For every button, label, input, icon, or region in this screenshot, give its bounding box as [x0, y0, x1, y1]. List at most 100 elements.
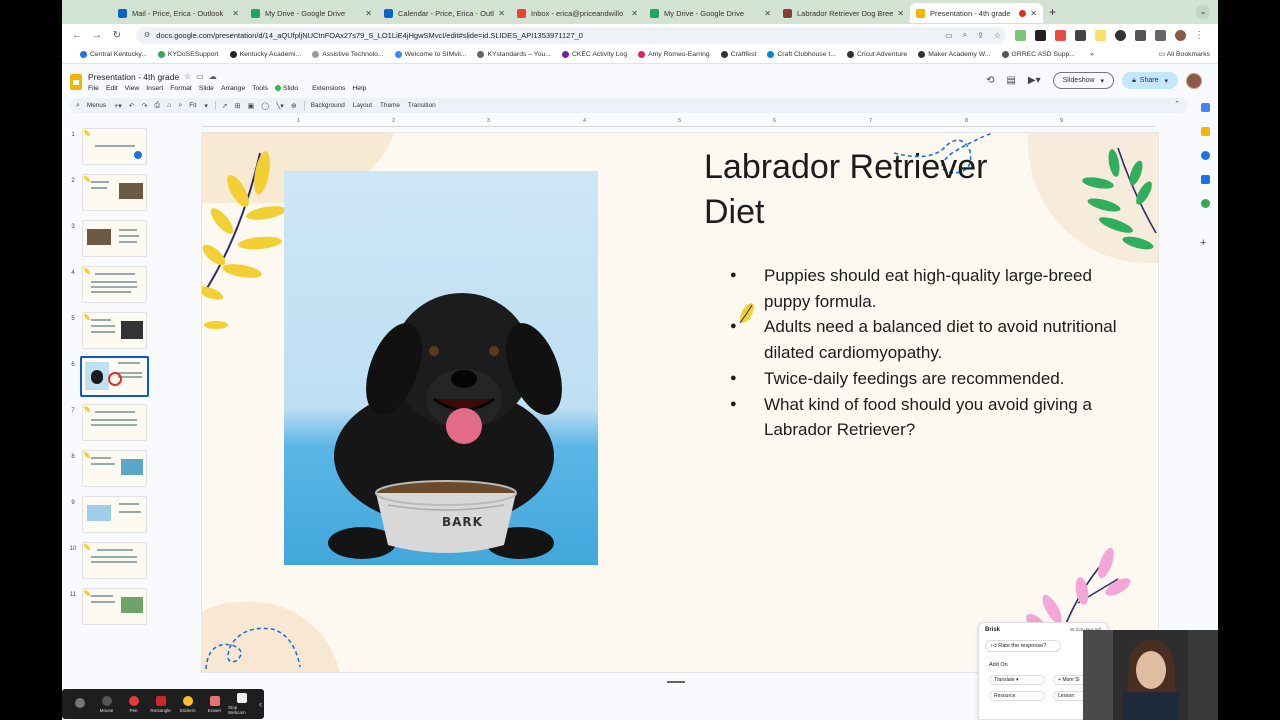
background-button[interactable]: Background — [311, 102, 345, 109]
webcam-overlay[interactable] — [1083, 630, 1218, 720]
tab-search-icon[interactable]: ⌄ — [1196, 5, 1210, 19]
zoom-icon[interactable]: ⌕ — [963, 30, 967, 40]
menus-search[interactable]: Menus — [87, 102, 106, 109]
translate-select[interactable]: Translate ▾ — [989, 675, 1045, 685]
slide-thumbnail[interactable]: 5 — [62, 308, 162, 350]
menu-arrange[interactable]: Arrange — [221, 85, 245, 92]
menu-extensions[interactable]: Extensions — [312, 85, 345, 92]
slide-thumbnail[interactable]: 1 — [62, 124, 162, 166]
share-button[interactable]: 🔒︎ Share ▾ — [1122, 72, 1178, 89]
new-tab-icon[interactable]: + — [1049, 5, 1056, 19]
extension-icon[interactable] — [1015, 29, 1026, 41]
maps-icon[interactable] — [1201, 199, 1210, 208]
redo-icon[interactable]: ↷ — [142, 102, 148, 110]
menu-insert[interactable]: Insert — [146, 85, 163, 92]
all-bookmarks[interactable]: ▭ All Bookmarks — [1159, 50, 1210, 58]
bookmark-item[interactable]: Assistive Technolo... — [312, 51, 384, 58]
close-tab-icon[interactable]: ✕ — [897, 9, 904, 18]
close-tab-icon[interactable]: ✕ — [1030, 9, 1037, 18]
comment-add-icon[interactable]: ⊕ — [291, 102, 297, 110]
extension-icon[interactable] — [1055, 29, 1066, 41]
select-cursor-icon[interactable]: ➚ — [222, 102, 228, 110]
close-tab-icon[interactable]: ✕ — [232, 9, 239, 18]
tab-google-drive-2[interactable]: My Drive - Google Drive ✕ — [644, 3, 777, 23]
layout-button[interactable]: Layout — [353, 102, 372, 109]
menu-tools[interactable]: Tools — [252, 85, 268, 92]
reload-icon[interactable]: ↻ — [110, 30, 124, 41]
zoom-select[interactable]: Fit — [189, 102, 196, 109]
bookmark-item[interactable]: KYstandards – You... — [477, 51, 551, 58]
chevron-down-icon[interactable]: ▾ — [204, 102, 208, 110]
comments-icon[interactable]: ▤ — [1006, 75, 1015, 86]
slide-thumbnail[interactable]: 7 — [62, 400, 162, 442]
extension-icon[interactable] — [1075, 29, 1086, 41]
eraser-tool[interactable]: Eraser — [201, 695, 228, 713]
close-tab-icon[interactable]: ✕ — [365, 9, 372, 18]
theme-button[interactable]: Theme — [380, 102, 400, 109]
rate-response-button[interactable]: 👍︎ Rate the response? — [985, 640, 1061, 652]
shape-icon[interactable]: ◯ — [261, 102, 269, 110]
account-avatar[interactable] — [1186, 72, 1202, 89]
more-bookmarks-icon[interactable]: » — [1090, 51, 1094, 58]
pen-tool[interactable]: Pen — [120, 695, 147, 713]
resource-button[interactable]: Resource — [989, 691, 1045, 701]
keep-icon[interactable] — [1201, 127, 1210, 136]
slide-thumbnail-selected[interactable]: 6 — [62, 354, 162, 397]
print-icon[interactable]: ⎙ — [154, 102, 160, 110]
slide-thumbnail[interactable]: 4 — [62, 262, 162, 304]
slide-thumbnail[interactable]: 11 — [62, 584, 162, 626]
back-icon[interactable]: ← — [70, 30, 84, 41]
bookmark-item[interactable]: Craftfest — [720, 51, 756, 58]
move-folder-icon[interactable]: ▭ — [196, 72, 209, 81]
menu-view[interactable]: View — [125, 85, 140, 92]
close-tab-icon[interactable]: ✕ — [764, 9, 771, 18]
menu-slide[interactable]: Slide — [199, 85, 214, 92]
tasks-icon[interactable] — [1201, 151, 1210, 160]
paint-format-icon[interactable]: ⌂ — [167, 102, 171, 109]
menu-file[interactable]: File — [88, 85, 99, 92]
zoom-icon[interactable]: ⌕ — [178, 102, 182, 110]
slide-canvas[interactable]: BARK Labrador Retriever Diet Puppies sho… — [202, 133, 1158, 672]
tab-gmail-inbox[interactable]: Inbox - erica@priceandwillo ✕ — [511, 3, 644, 23]
sidebar-icon[interactable] — [1155, 29, 1166, 41]
menu-format[interactable]: Format — [170, 85, 192, 92]
text-box-icon[interactable]: ⊞ — [235, 102, 241, 110]
site-info-icon[interactable]: ⚙ — [144, 31, 150, 39]
undo-icon[interactable]: ↶ — [129, 102, 135, 110]
bookmark-item[interactable]: CKEC Activity Log — [561, 51, 627, 58]
calendar-icon[interactable] — [1201, 103, 1210, 112]
close-tab-icon[interactable]: ✕ — [498, 9, 505, 18]
search-icon[interactable]: ⌕ — [76, 102, 80, 110]
bookmark-item[interactable]: Welcome to SIMvil... — [394, 51, 466, 58]
labrador-photo[interactable]: BARK — [284, 171, 598, 565]
get-addons-icon[interactable]: + — [1200, 237, 1206, 249]
slideshow-button[interactable]: Slideshow ▾ — [1052, 72, 1115, 89]
tab-presentation[interactable]: Presentation - 4th grade ✕ — [910, 3, 1043, 23]
image-icon[interactable]: ▣ — [248, 102, 255, 110]
forward-icon[interactable]: → — [90, 30, 104, 41]
tab-outlook-calendar[interactable]: Calendar - Price, Erica - Outl ✕ — [378, 3, 511, 23]
bookmark-item[interactable]: Maker Academy W... — [918, 51, 991, 58]
mouse-tool[interactable]: Mouse — [93, 695, 120, 713]
speaker-notes-handle[interactable] — [667, 681, 685, 683]
bookmark-item[interactable]: Kentucky Academi... — [229, 51, 301, 58]
new-slide-icon[interactable]: +▾ — [114, 102, 122, 110]
menu-slido[interactable]: Slido — [275, 85, 305, 92]
slide-thumbnail[interactable]: 8 — [62, 446, 162, 488]
bookmark-item[interactable]: KYDoSESupport — [157, 51, 219, 58]
slide-title[interactable]: Labrador Retriever Diet — [704, 145, 1034, 235]
bullet-list[interactable]: Puppies should eat high-quality large-br… — [730, 263, 1120, 443]
extension-icon[interactable] — [1115, 29, 1126, 41]
stickers-tool[interactable]: Stickers — [174, 695, 201, 713]
pause-record-button[interactable] — [66, 698, 93, 710]
menu-edit[interactable]: Edit — [106, 85, 118, 92]
tab-labrador-article[interactable]: Labrador Retriever Dog Bree ✕ — [777, 3, 910, 23]
tab-google-drive[interactable]: My Drive - Google Drive ✕ — [245, 3, 378, 23]
slide-thumbnail[interactable]: 10 — [62, 538, 162, 580]
transition-button[interactable]: Transition — [408, 102, 436, 109]
meet-icon[interactable]: ▶▾ — [1028, 75, 1041, 86]
extension-icon[interactable] — [1095, 29, 1106, 41]
star-icon[interactable]: ☆ — [184, 72, 196, 81]
bookmark-item[interactable]: Craft Clubhouse t... — [767, 51, 836, 58]
profile-avatar[interactable] — [1175, 29, 1186, 41]
